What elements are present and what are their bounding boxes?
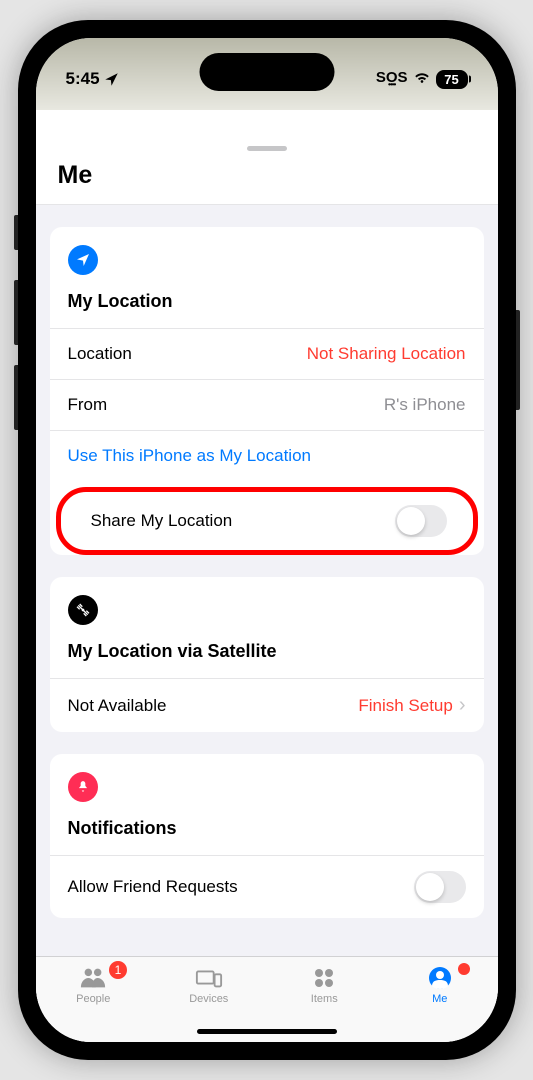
sheet-grabber[interactable] — [247, 146, 287, 151]
dynamic-island — [199, 53, 334, 91]
location-arrow-icon — [68, 245, 98, 275]
location-services-icon — [104, 72, 119, 87]
not-available-label: Not Available — [68, 696, 167, 716]
share-my-location-row: Share My Location — [73, 494, 465, 548]
from-value: R's iPhone — [384, 395, 466, 415]
satellite-header: My Location via Satellite — [50, 633, 484, 678]
satellite-icon — [68, 595, 98, 625]
highlight-annotation: Share My Location — [56, 487, 478, 555]
tab-devices[interactable]: Devices — [151, 965, 267, 1005]
allow-friend-requests-toggle[interactable] — [414, 871, 466, 903]
tab-people[interactable]: 1 People — [36, 965, 152, 1005]
me-badge-dot — [458, 963, 470, 975]
bell-icon — [68, 772, 98, 802]
from-label: From — [68, 395, 108, 415]
satellite-status-row[interactable]: Not Available Finish Setup › — [50, 678, 484, 732]
allow-friend-requests-row: Allow Friend Requests — [50, 855, 484, 918]
my-location-section: My Location Location Not Sharing Locatio… — [50, 227, 484, 555]
share-my-location-toggle[interactable] — [395, 505, 447, 537]
screen: 5:45 SOS •••• 75 — [36, 38, 498, 1042]
my-location-header: My Location — [50, 283, 484, 328]
location-row[interactable]: Location Not Sharing Location — [50, 328, 484, 379]
settings-sheet: Me My Location Location — [36, 138, 498, 1042]
notifications-header: Notifications — [50, 810, 484, 855]
sheet-content[interactable]: My Location Location Not Sharing Locatio… — [36, 205, 498, 956]
battery-indicator: 75 — [436, 70, 468, 89]
tab-items-label: Items — [311, 993, 338, 1005]
tab-devices-label: Devices — [189, 993, 228, 1005]
sheet-title: Me — [36, 155, 498, 205]
notifications-section: Notifications Allow Friend Requests — [50, 754, 484, 918]
home-indicator[interactable] — [197, 1029, 337, 1034]
finish-setup-label: Finish Setup — [358, 696, 453, 716]
location-value: Not Sharing Location — [307, 344, 466, 364]
people-icon — [79, 965, 107, 991]
chevron-right-icon: › — [459, 694, 466, 717]
wifi-icon — [413, 69, 431, 89]
me-icon — [426, 965, 454, 991]
status-time: 5:45 — [66, 69, 100, 89]
use-this-iphone-link[interactable]: Use This iPhone as My Location — [50, 430, 484, 481]
people-badge: 1 — [109, 961, 127, 979]
tab-people-label: People — [76, 993, 110, 1005]
tab-me-label: Me — [432, 993, 447, 1005]
share-my-location-label: Share My Location — [91, 511, 233, 531]
location-label: Location — [68, 344, 132, 364]
devices-icon — [195, 965, 223, 991]
from-row[interactable]: From R's iPhone — [50, 379, 484, 430]
allow-friend-requests-label: Allow Friend Requests — [68, 877, 238, 897]
satellite-section: My Location via Satellite Not Available … — [50, 577, 484, 732]
sos-indicator: SOS •••• — [376, 70, 408, 89]
phone-frame: 5:45 SOS •••• 75 — [18, 20, 516, 1060]
items-icon — [310, 965, 338, 991]
tab-items[interactable]: Items — [267, 965, 383, 1005]
tab-me[interactable]: Me — [382, 965, 498, 1005]
